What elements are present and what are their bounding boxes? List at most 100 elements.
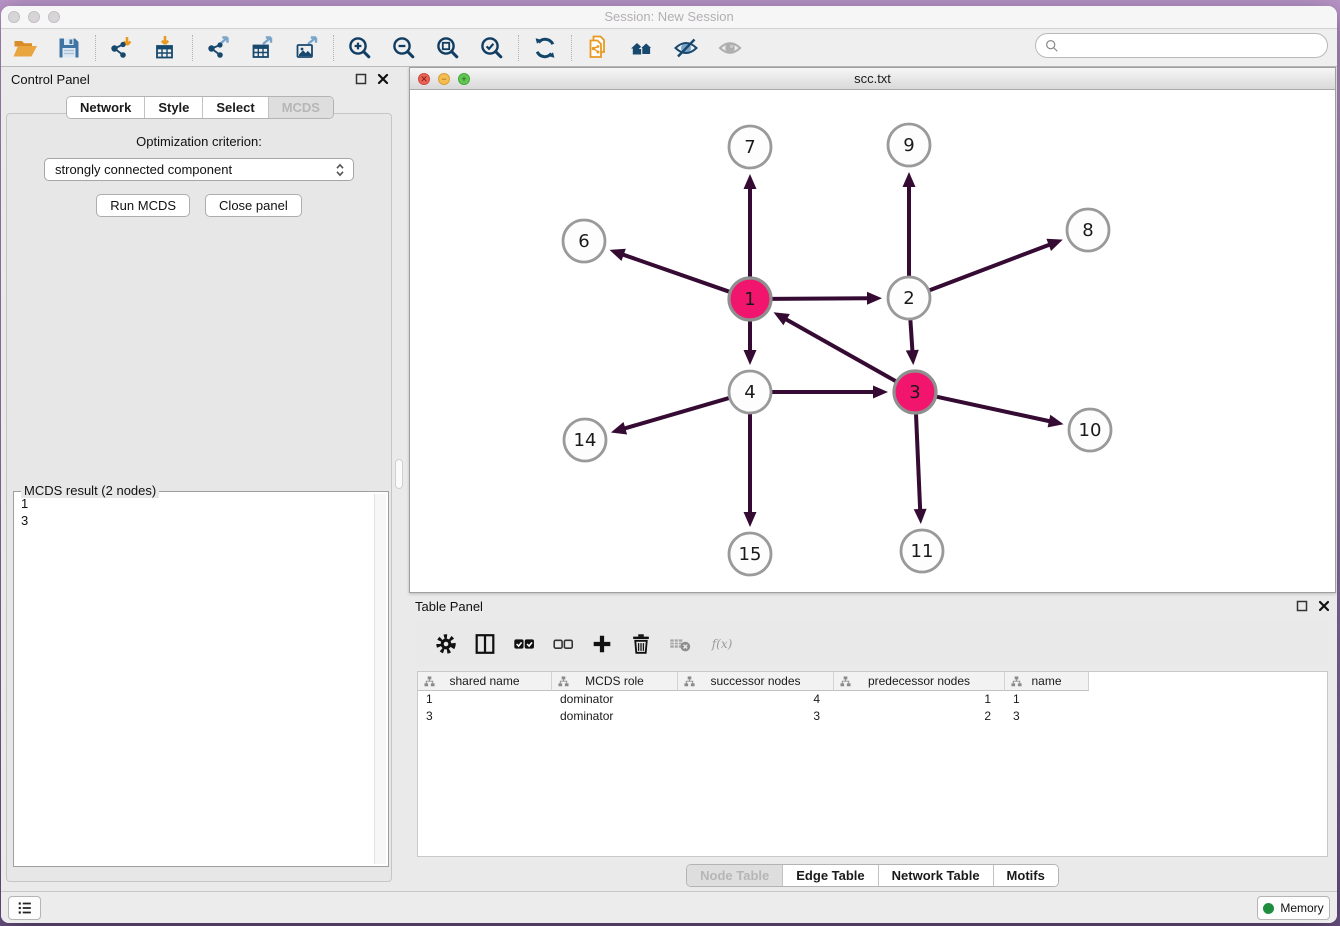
import-network-icon[interactable] [108,34,136,62]
node-label-8: 8 [1082,220,1093,241]
cell-predecessor-nodes[interactable]: 2 [834,708,1005,725]
apply-layout-icon[interactable] [531,34,559,62]
import-table-icon[interactable] [152,34,180,62]
deselect-all-icon[interactable] [550,631,576,657]
toggle-columns-icon[interactable] [472,631,498,657]
network-canvas[interactable]: 1234678910111415 [410,90,1335,592]
edge-3-1[interactable] [785,319,896,382]
control-panel-tabs: NetworkStyleSelectMCDS [5,96,395,119]
cell-shared-name[interactable]: 3 [418,708,552,725]
network-window-close-button[interactable]: ✕ [418,73,430,85]
tab-network-table[interactable]: Network Table [879,865,994,886]
cell-successor-nodes[interactable]: 3 [678,708,834,725]
edge-arrowhead-1-6 [610,249,626,261]
select-all-icon[interactable] [511,631,537,657]
column-header-shared-name[interactable]: shared name [418,672,552,691]
tab-mcds[interactable]: MCDS [269,97,333,118]
control-panel-float-button[interactable] [354,72,367,85]
edge-3-10[interactable] [937,397,1051,422]
zoom-out-icon[interactable] [390,34,418,62]
node-label-3: 3 [909,382,920,403]
edge-arrowhead-1-2 [867,292,882,305]
workspace: Control Panel NetworkStyleSelectMCDS Opt… [1,67,1337,891]
mcds-result-scrollbar[interactable] [374,494,386,864]
cell-predecessor-nodes[interactable]: 1 [834,691,1005,708]
table-row-3[interactable]: 3dominator323 [418,708,1327,725]
edge-1-2[interactable] [772,298,869,299]
memory-button[interactable]: Memory [1257,896,1330,920]
add-entry-icon[interactable] [589,631,615,657]
memory-label: Memory [1280,901,1323,915]
node-label-11: 11 [911,541,934,562]
column-header-predecessor-nodes[interactable]: predecessor nodes [834,672,1005,691]
cell-name[interactable]: 3 [1005,708,1089,725]
first-neighbors-icon[interactable] [628,34,656,62]
settings-icon[interactable] [433,631,459,657]
search-input[interactable] [1065,38,1318,53]
close-panel-button[interactable]: Close panel [205,194,302,217]
search-box[interactable] [1035,33,1328,58]
svg-text:f(x): f(x) [711,637,733,651]
tab-network[interactable]: Network [67,97,145,118]
network-window-controls: ✕ − + [418,73,470,85]
edge-arrowhead-1-7 [744,174,757,189]
hide-selected-icon[interactable] [672,34,700,62]
edge-1-6[interactable] [622,254,729,292]
zoom-in-icon[interactable] [346,34,374,62]
task-history-button[interactable] [8,896,41,920]
table-panel-header: Table Panel [409,595,1336,619]
control-panel-header: Control Panel [5,68,395,92]
delete-entry-icon[interactable] [628,631,654,657]
tab-edge-table[interactable]: Edge Table [783,865,878,886]
cell-successor-nodes[interactable]: 4 [678,691,834,708]
network-window-titlebar[interactable]: ✕ − + scc.txt [410,68,1335,90]
tab-motifs[interactable]: Motifs [994,865,1058,886]
control-panel-close-button[interactable] [376,72,389,85]
edge-2-8[interactable] [930,244,1051,290]
cell-name[interactable]: 1 [1005,691,1089,708]
table-panel-tabs: Node TableEdge TableNetwork TableMotifs [409,864,1336,887]
new-network-from-selection-icon[interactable] [584,34,612,62]
export-image-icon[interactable] [293,34,321,62]
cell-MCDS-role[interactable]: dominator [552,708,678,725]
save-session-icon[interactable] [55,34,83,62]
export-network-icon[interactable] [205,34,233,62]
edge-4-14[interactable] [623,398,729,429]
column-type-icon [558,676,569,690]
mcds-panel: Optimization criterion: strongly connect… [6,113,392,882]
zoom-fit-content-icon[interactable] [434,34,462,62]
desktop-background: { "window": { "title": "Session: New Ses… [0,0,1340,926]
network-window-minimize-button[interactable]: − [438,73,450,85]
export-table-icon[interactable] [249,34,277,62]
network-graph: 1234678910111415 [410,90,1335,592]
table-row-1[interactable]: 1dominator411 [418,691,1327,708]
node-table-body: 1dominator4113dominator323 [418,691,1327,725]
edge-arrowhead-4-14 [611,422,627,435]
tab-node-table[interactable]: Node Table [687,865,783,886]
table-panel-float-button[interactable] [1295,599,1308,612]
column-header-name[interactable]: name [1005,672,1089,691]
edge-arrowhead-4-3 [873,386,888,399]
show-all-icon [716,34,744,62]
tab-style[interactable]: Style [145,97,203,118]
run-mcds-button[interactable]: Run MCDS [96,194,190,217]
mcds-result-box[interactable]: MCDS result (2 nodes) 1 3 [13,491,389,867]
node-label-1: 1 [744,289,755,310]
table-panel-close-button[interactable] [1317,599,1330,612]
column-header-MCDS-role[interactable]: MCDS role [552,672,678,691]
function-builder-icon: f(x) [706,631,740,657]
edge-2-3[interactable] [910,320,912,352]
mcds-result-text: 1 3 [21,495,28,529]
open-session-icon[interactable] [11,34,39,62]
cell-shared-name[interactable]: 1 [418,691,552,708]
column-header-label: predecessor nodes [868,674,970,688]
edge-3-11[interactable] [916,414,920,511]
cell-MCDS-role[interactable]: dominator [552,691,678,708]
zoom-selected-icon[interactable] [478,34,506,62]
optimization-criterion-dropdown[interactable]: strongly connected component [44,158,354,181]
tab-select[interactable]: Select [203,97,268,118]
column-header-successor-nodes[interactable]: successor nodes [678,672,834,691]
network-window-zoom-button[interactable]: + [458,73,470,85]
panel-splitter-handle-vertical[interactable] [395,459,403,489]
node-label-15: 15 [739,544,762,565]
